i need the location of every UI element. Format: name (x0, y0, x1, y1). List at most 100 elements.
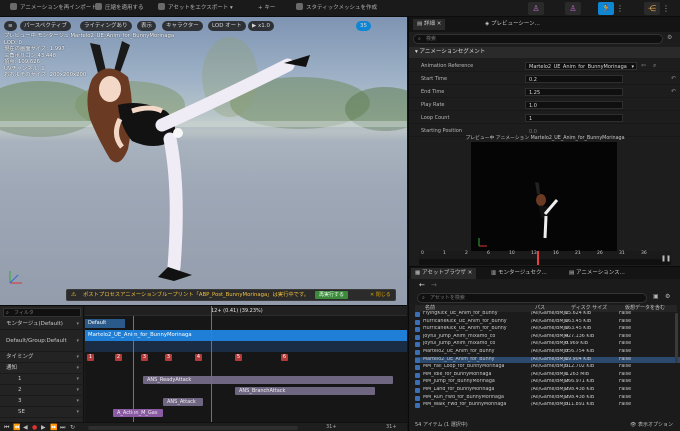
settings-icon[interactable]: ⚙ (667, 34, 672, 41)
save-search-icon[interactable]: ▣ (653, 293, 659, 300)
timeline-row-notifies[interactable]: 通知 ▾ (0, 363, 84, 374)
timing-marker[interactable]: 5 (235, 354, 242, 361)
asset-row[interactable]: MM_Land_for_BunnyMorinaga/All/Game/BMJU 2… (415, 387, 680, 394)
tab-animation-slots[interactable]: ▤ アニメーションス... (565, 268, 629, 279)
notify-ready-attack[interactable]: ANS_ReadyAttack (143, 376, 393, 384)
play-icon[interactable]: ▶ (41, 424, 46, 431)
timeline-row-group[interactable]: Default/Group:Default ▾ (0, 330, 84, 352)
asset-row[interactable]: MM_Jump_for_BunnyMorinaga/All/Game/BMJU 2… (415, 379, 680, 386)
animation-asset-icon (415, 388, 420, 393)
loop-icon[interactable]: ↻ (70, 424, 75, 431)
asset-row[interactable]: FlyingKick_UE_Anim_for_Bunny/All/Game/BM… (415, 311, 680, 318)
timeline-row-track2[interactable]: 2 ▾ (0, 385, 84, 396)
step-back-icon[interactable]: ⏪ (13, 424, 20, 431)
character-chip[interactable]: キャラクター (162, 21, 203, 31)
asset-row[interactable]: MM_Fall_Loop_for_BunnyMorinaga/All/Game/… (415, 364, 680, 371)
start-time-field[interactable]: 0.2 (525, 75, 623, 83)
timeline-row-montage[interactable]: モンタージュ(Default) ▾ (0, 319, 84, 330)
lod-chip[interactable]: LOD オート (208, 21, 246, 31)
viewport-menu-button[interactable]: ≡ (4, 21, 17, 31)
animation-mode-button[interactable]: 🏃 (598, 2, 614, 15)
timing-marker[interactable]: 6 (281, 354, 288, 361)
mesh-mode-button[interactable]: ♙ (565, 2, 581, 15)
tab-preview-scene[interactable]: ◈ プレビューシーン... (481, 19, 544, 30)
asset-row[interactable]: MM_Walk_Fwd_for_BunnyMorinaga/All/Game/B… (415, 402, 680, 409)
rerun-button[interactable]: 再実行する (315, 291, 349, 299)
asset-row[interactable]: Martelo2_UE_Anim_for_Bunny/All/Game/BMJU… (415, 349, 680, 356)
section-animation-segment[interactable]: ▾ アニメーションセグメント (409, 47, 680, 58)
notify-branch-attack[interactable]: ANS_BranchAttack (235, 387, 375, 395)
reimport-button[interactable]: アニメーションを再インポート (10, 3, 97, 14)
skip-back-icon[interactable]: ⏮ (4, 424, 9, 431)
timeline-track-area[interactable]: 12+ (0.41) (39.23%) Default Martelo2_UE_… (85, 306, 407, 422)
notify-sound[interactable]: A_Action_M_Gas (113, 409, 163, 417)
asset-list-scrollbar[interactable] (675, 313, 678, 363)
skip-forward-icon[interactable]: ⏭ (60, 424, 65, 431)
key-button[interactable]: + キー (258, 3, 275, 14)
blueprint-mode-menu[interactable]: ⋮ (662, 2, 670, 15)
asset-row[interactable]: MM_Run_Fwd_for_BunnyMorinaga/All/Game/BM… (415, 395, 680, 402)
animation-mode-menu[interactable]: ⋮ (616, 2, 624, 15)
back-arrow-icon[interactable]: ← (419, 281, 425, 289)
export-asset-button[interactable]: アセットをエクスポート ▾ (158, 3, 233, 14)
asset-row[interactable]: Joyful_Jump_Anim_mixamo_co/All/Game/BMJU… (415, 341, 680, 348)
play-reverse-icon[interactable]: ◀ (23, 424, 28, 431)
notify-attack[interactable]: ANS_Attack (163, 398, 203, 406)
segment-preview-viewport[interactable] (471, 142, 617, 252)
frame-end-field[interactable]: 31+ (326, 424, 337, 430)
tab-montage-sections[interactable]: ▥ モンタージュセク... (487, 268, 551, 279)
preview-timeline[interactable]: 0 1 2 6 10 13 16 21 26 31 36 ❚❚ (419, 251, 671, 265)
skeleton-mode-button[interactable]: ♙ (528, 2, 544, 15)
preview-playhead[interactable] (537, 251, 539, 265)
record-icon[interactable]: ● (32, 424, 37, 431)
camera-speed-chip[interactable]: 35 (356, 21, 371, 31)
view-options-icon[interactable]: 👁 表示オプション (630, 421, 673, 430)
timeline-row-track3[interactable]: 3 ▾ (0, 396, 84, 407)
forward-arrow-icon[interactable]: → (431, 281, 437, 289)
pause-icon[interactable]: ❚❚ (661, 255, 671, 262)
asset-row[interactable]: HurricaneKick_UE_Anim_for_Bunny/All/Game… (415, 326, 680, 333)
timeline-scrollbar[interactable] (88, 426, 298, 430)
step-forward-icon[interactable]: ⏩ (50, 424, 57, 431)
preview-scrub-track[interactable] (419, 259, 671, 265)
timing-marker[interactable]: 3 (165, 354, 172, 361)
reset-icon[interactable]: ↶ (671, 75, 676, 82)
timeline-row-se[interactable]: SE ▾ (0, 407, 84, 418)
timing-marker[interactable]: 4 (195, 354, 202, 361)
create-static-mesh-button[interactable]: スタティックメッシュを作成 (296, 3, 377, 14)
asset-row[interactable]: HurricaneKick_UE_Anim_for_Bunny/All/Game… (415, 319, 680, 326)
timeline-row-track1[interactable]: 1 ▾ (0, 374, 84, 385)
timeline-row-timing[interactable]: タイミング ▾ (0, 352, 84, 363)
timing-marker[interactable]: 1 (87, 354, 94, 361)
browse-icon[interactable]: ⇦ (641, 62, 646, 69)
apply-compression-button[interactable]: 圧縮を適用する (95, 3, 144, 14)
playhead-line[interactable] (211, 306, 212, 422)
timeline-filter-input[interactable]: ⌕ フィルタ (3, 308, 81, 317)
timing-marker[interactable]: 3 (141, 354, 148, 361)
asset-row[interactable]: Martelo2_UE_Anim_for_Bunny/All/Game/BMJU… (415, 356, 680, 364)
asset-row[interactable]: Joyful_Jump_Anim_mixamo_co/All/Game/BMJU… (415, 334, 680, 341)
lighting-chip[interactable]: ライティングあり (80, 21, 132, 31)
preview-viewport[interactable]: ≡ パースペクティブ ライティングあり 表示 キャラクター LOD オート ▶ … (0, 17, 407, 305)
timing-marker[interactable]: 2 (115, 354, 122, 361)
reset-icon[interactable]: ↶ (671, 88, 676, 95)
settings-icon[interactable]: ⚙ (665, 293, 670, 300)
tab-asset-browser[interactable]: ▦ アセットブラウザ ✕ (411, 268, 477, 279)
search-asset-icon[interactable]: ⌕ (653, 62, 656, 70)
asset-row[interactable]: MM_Idle_for_BunnyMorinaga/All/Game/BMJU 1… (415, 372, 680, 379)
blueprint-mode-button[interactable]: ⋲ (644, 2, 660, 15)
details-search-input[interactable]: ⌕ 検索 (413, 34, 663, 44)
section-default[interactable]: Default (85, 319, 125, 328)
end-time-field[interactable]: 1.25 (525, 88, 623, 96)
tab-details[interactable]: ▤ 詳細 ✕ (413, 19, 446, 30)
play-rate-field[interactable]: 1.0 (525, 101, 623, 109)
asset-search-input[interactable]: ⌕ アセットを検索 (417, 293, 647, 303)
playback-speed-chip[interactable]: ▶ x1.0 (248, 21, 274, 31)
close-notice-button[interactable]: ✕ 閉じる (367, 291, 394, 299)
perspective-chip[interactable]: パースペクティブ (20, 21, 72, 31)
frame-range-field[interactable]: 31+ (386, 424, 397, 430)
animation-reference-dropdown[interactable]: Martelo2_UE_Anim_for_BunnyMorinaga ▾ (525, 62, 637, 70)
loop-count-field[interactable]: 1 (525, 114, 623, 122)
show-chip[interactable]: 表示 (137, 21, 157, 31)
animation-asset-icon (415, 380, 420, 386)
